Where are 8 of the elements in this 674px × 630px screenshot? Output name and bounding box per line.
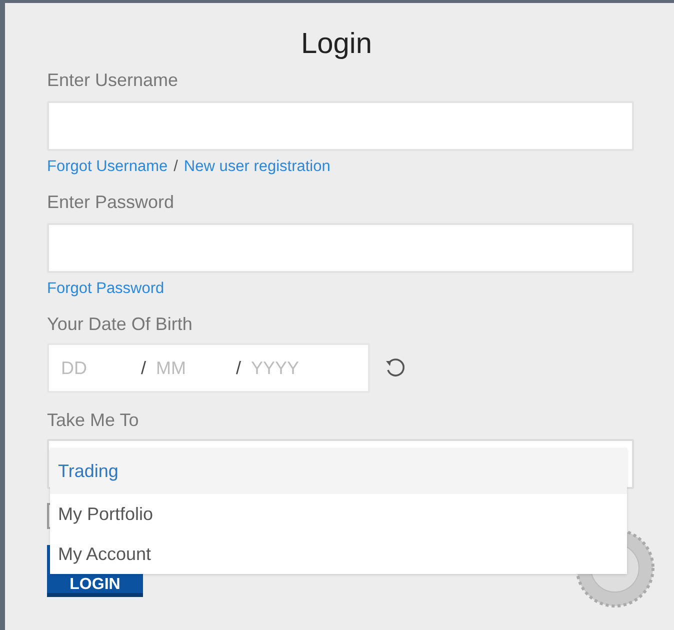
login-title: Login (300, 27, 373, 61)
link-separator: / (174, 157, 178, 177)
take-me-to-label: Take Me To (47, 409, 140, 431)
password-label: Enter Password (47, 191, 176, 213)
date-separator: / (141, 356, 146, 380)
date-separator: / (236, 356, 242, 380)
username-label: Enter Username (47, 69, 180, 91)
date-of-birth-label: Your Date Of Birth (47, 313, 194, 335)
